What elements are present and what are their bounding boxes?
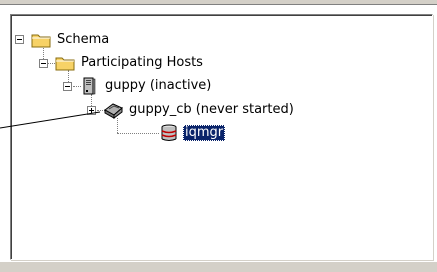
callout-line (0, 111, 101, 129)
tree-window: Schema Participating Hosts guppy (inacti… (0, 0, 437, 272)
